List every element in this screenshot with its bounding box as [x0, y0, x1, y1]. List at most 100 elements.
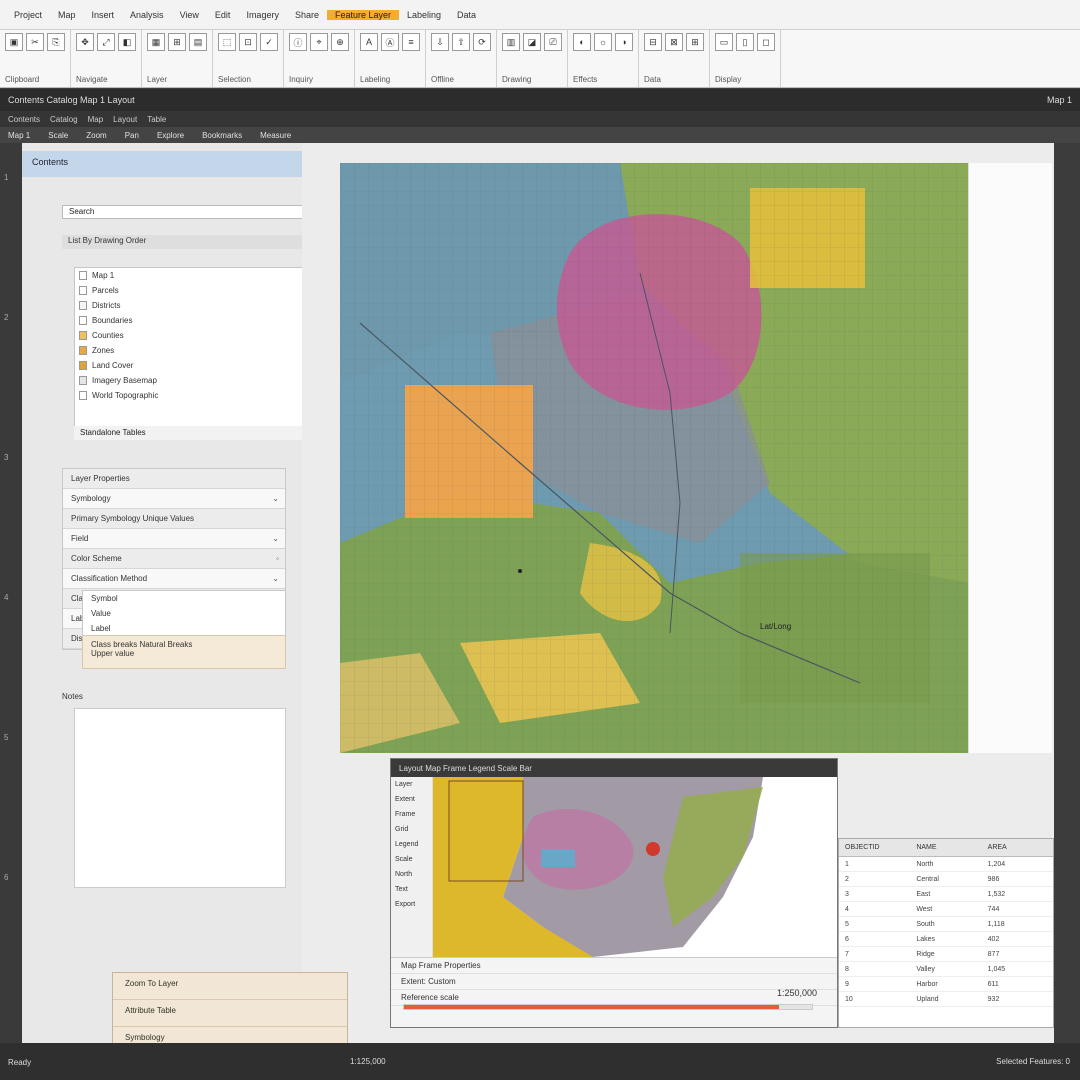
ribbon-tab[interactable]: Data — [449, 10, 484, 20]
ribbon-button-icon[interactable]: ⌖ — [310, 33, 328, 51]
view-tab[interactable]: Map — [88, 115, 104, 124]
ribbon-button-icon[interactable]: ⇧ — [452, 33, 470, 51]
layout-footer-row[interactable]: Extent: Custom — [391, 974, 837, 990]
table-row[interactable]: 7 Ridge 877 — [839, 947, 1053, 962]
ribbon-button-icon[interactable]: ◻ — [757, 33, 775, 51]
layer-item[interactable]: Map 1 — [75, 268, 307, 283]
gutter-marker[interactable]: 3 — [4, 453, 8, 462]
property-row[interactable]: Color Scheme ◦ — [63, 549, 285, 569]
property-value[interactable]: ⌄ — [272, 534, 279, 543]
ribbon-button-icon[interactable]: ⎚ — [544, 33, 562, 51]
table-row[interactable]: 4 West 744 — [839, 902, 1053, 917]
ribbon-button-icon[interactable]: ⊞ — [168, 33, 186, 51]
property-row[interactable]: Symbology ⌄ — [63, 489, 285, 509]
drawing-order-button[interactable]: List By Drawing Order — [62, 235, 306, 249]
ribbon-button-icon[interactable]: ▭ — [715, 33, 733, 51]
view-tab[interactable]: Contents — [8, 115, 40, 124]
ribbon-button-icon[interactable]: ▤ — [189, 33, 207, 51]
view-tab[interactable]: Catalog — [50, 115, 78, 124]
attribute-column-header[interactable]: OBJECTID — [839, 844, 910, 851]
layout-map-frame[interactable] — [433, 777, 837, 957]
map-view[interactable] — [340, 163, 970, 753]
table-row[interactable]: 10 Upland 932 — [839, 992, 1053, 1007]
property-value[interactable]: ◦ — [276, 554, 279, 563]
contents-search-input[interactable]: Search — [62, 205, 306, 219]
table-row[interactable]: 5 South 1,118 — [839, 917, 1053, 932]
ribbon-tab[interactable]: Feature Layer — [326, 9, 400, 20]
ribbon-button-icon[interactable]: A — [360, 33, 378, 51]
ribbon-button-icon[interactable]: ◧ — [118, 33, 136, 51]
status-scale[interactable]: 1:125,000 — [350, 1057, 386, 1066]
map-toolbar-item[interactable]: Measure — [260, 131, 291, 140]
map-toolbar-item[interactable]: Map 1 — [8, 131, 30, 140]
ribbon-tab[interactable]: Edit — [207, 10, 239, 20]
layout-sidebar-item[interactable]: Frame — [391, 807, 432, 822]
layer-item[interactable]: Counties — [75, 328, 307, 343]
property-value[interactable]: ⌄ — [272, 574, 279, 583]
context-menu-item[interactable]: Zoom To Layer — [113, 973, 347, 1000]
layout-sidebar-item[interactable]: Layer — [391, 777, 432, 792]
map-toolbar-item[interactable]: Bookmarks — [202, 131, 242, 140]
gutter-marker[interactable]: 4 — [4, 593, 8, 602]
ribbon-button-icon[interactable]: ⇩ — [431, 33, 449, 51]
gutter-marker[interactable]: 6 — [4, 873, 8, 882]
context-menu-item[interactable]: Attribute Table — [113, 1000, 347, 1027]
ribbon-button-icon[interactable]: ▣ — [5, 33, 23, 51]
ribbon-button-icon[interactable]: ⓘ — [289, 33, 307, 51]
layer-item[interactable]: Districts — [75, 298, 307, 313]
table-row[interactable]: 3 East 1,532 — [839, 887, 1053, 902]
ribbon-tab[interactable]: Labeling — [399, 10, 449, 20]
ribbon-button-icon[interactable]: ⊕ — [331, 33, 349, 51]
ribbon-button-icon[interactable]: ⊡ — [239, 33, 257, 51]
ribbon-button-icon[interactable]: ≡ — [402, 33, 420, 51]
gutter-marker[interactable]: 1 — [4, 173, 8, 182]
map-toolbar-item[interactable]: Pan — [125, 131, 139, 140]
ribbon-button-icon[interactable]: ◐ — [573, 33, 591, 51]
gutter-marker[interactable]: 2 — [4, 313, 8, 322]
ribbon-button-icon[interactable]: ✥ — [76, 33, 94, 51]
ribbon-button-icon[interactable]: ⊟ — [644, 33, 662, 51]
ribbon-button-icon[interactable]: ▯ — [736, 33, 754, 51]
layer-item[interactable]: Zones — [75, 343, 307, 358]
property-row[interactable]: Field ⌄ — [63, 529, 285, 549]
layout-sidebar-item[interactable]: Extent — [391, 792, 432, 807]
map-toolbar-item[interactable]: Explore — [157, 131, 184, 140]
map-toolbar-item[interactable]: Zoom — [86, 131, 106, 140]
property-row[interactable]: Layer Properties — [63, 469, 285, 489]
attribute-column-header[interactable]: NAME — [910, 844, 981, 851]
layer-item[interactable]: Boundaries — [75, 313, 307, 328]
ribbon-button-icon[interactable]: ⟳ — [473, 33, 491, 51]
table-row[interactable]: 2 Central 986 — [839, 872, 1053, 887]
table-row[interactable]: 1 North 1,204 — [839, 857, 1053, 872]
attribute-column-header[interactable]: AREA — [982, 844, 1053, 851]
ribbon-tab[interactable]: Project — [6, 10, 50, 20]
ribbon-button-icon[interactable]: ⊠ — [665, 33, 683, 51]
table-row[interactable]: 6 Lakes 402 — [839, 932, 1053, 947]
ribbon-tab[interactable]: View — [172, 10, 207, 20]
ribbon-button-icon[interactable]: ▥ — [502, 33, 520, 51]
layout-footer-row[interactable]: Map Frame Properties — [391, 958, 837, 974]
layout-sidebar-item[interactable]: North — [391, 867, 432, 882]
ribbon-button-icon[interactable]: ⤢ — [97, 33, 115, 51]
ribbon-tab[interactable]: Share — [287, 10, 327, 20]
layer-item[interactable]: Parcels — [75, 283, 307, 298]
layer-item[interactable]: Imagery Basemap — [75, 373, 307, 388]
gutter-marker[interactable]: 5 — [4, 733, 8, 742]
ribbon-tab[interactable]: Map — [50, 10, 84, 20]
layout-sidebar-item[interactable]: Grid — [391, 822, 432, 837]
ribbon-button-icon[interactable]: ✂ — [26, 33, 44, 51]
layout-sidebar-item[interactable]: Text — [391, 882, 432, 897]
layer-item[interactable]: World Topographic — [75, 388, 307, 403]
property-value[interactable]: ⌄ — [272, 494, 279, 503]
ribbon-button-icon[interactable]: ⬚ — [218, 33, 236, 51]
ribbon-tab[interactable]: Imagery — [238, 10, 287, 20]
table-row[interactable]: 8 Valley 1,045 — [839, 962, 1053, 977]
layout-sidebar-item[interactable]: Scale — [391, 852, 432, 867]
layout-point-marker[interactable] — [646, 842, 660, 856]
map-toolbar-item[interactable]: Scale — [48, 131, 68, 140]
view-tab[interactable]: Layout — [113, 115, 137, 124]
ribbon-tab[interactable]: Analysis — [122, 10, 172, 20]
ribbon-button-icon[interactable]: ⊞ — [686, 33, 704, 51]
ribbon-button-icon[interactable]: ◑ — [615, 33, 633, 51]
ribbon-button-icon[interactable]: ⎘ — [47, 33, 65, 51]
